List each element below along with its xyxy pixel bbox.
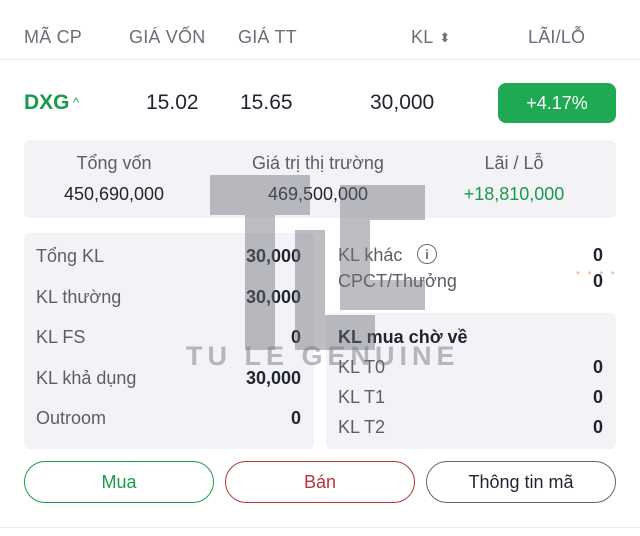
outroom-label: Outroom [36,408,107,428]
market-value-value: 469,500,000 [267,184,369,204]
profit-loss-value: +18,810,000 [463,184,565,204]
total-capital-value: 450,690,000 [63,184,165,204]
fs-volume-label: KL FS [36,327,86,347]
header-volume-label: KL [411,27,434,47]
market-value-label: Giá trị thị trường [252,153,384,173]
header-ticker: MÃ CP [24,27,83,47]
total-volume-label: Tổng KL [36,246,105,266]
buy-button[interactable]: Mua [24,461,214,503]
holding-row[interactable]: DXG ^ 15.02 15.65 30,000 +4.17% [0,60,640,142]
outroom-value: 0 [290,408,301,428]
profit-loss-label: Lãi / Lỗ [484,153,544,173]
total-capital: Tổng vốn 450,690,000 [24,153,204,205]
t0-volume-value: 0 [592,357,603,377]
profit-loss: Lãi / Lỗ +18,810,000 [424,153,604,205]
decorative-dots: • • • • [576,266,617,280]
market-value: Giá trị thị trường 469,500,000 [228,153,408,205]
t2-volume-label: KL T2 [338,417,386,437]
column-header: MÃ CP GIÁ VỐN GIÁ TT KL ⬍ LÃI/LỖ [0,0,640,60]
sell-button[interactable]: Bán [225,461,415,503]
volume: 30,000 [370,91,435,114]
info-icon[interactable]: i [417,244,437,264]
market-price: 15.65 [240,91,293,114]
profit-loss-percent-badge[interactable]: +4.17% [498,83,616,123]
header-cost-price: GIÁ VỐN [129,27,206,47]
dividend-label: CPCT/Thưởng [338,271,457,291]
summary-panel: Tổng vốn 450,690,000 Giá trị thị trường … [24,140,616,218]
watermark-text: TU LE GENUINE [186,341,460,371]
total-capital-label: Tổng vốn [76,153,152,173]
divider [0,527,640,528]
header-market-price: GIÁ TT [238,27,297,47]
t1-volume-label: KL T1 [338,387,386,407]
other-volume-value: 0 [592,245,603,265]
other-volume-label: KL khác [338,245,403,265]
ticker-info-button[interactable]: Thông tin mã [426,461,616,503]
available-volume-label: KL khả dụng [36,368,137,388]
header-profit-loss: LÃI/LỖ [528,27,586,47]
sort-icon[interactable]: ⬍ [439,30,450,46]
normal-volume-value: 30,000 [245,287,301,307]
t1-volume-value: 0 [592,387,603,407]
t2-volume-value: 0 [592,417,603,437]
cost-price: 15.02 [146,91,199,114]
ticker-symbol[interactable]: DXG [24,91,70,115]
normal-volume-label: KL thường [36,287,122,307]
header-volume-sort[interactable]: KL ⬍ [411,27,451,48]
total-volume-value: 30,000 [245,246,301,266]
chevron-up-icon[interactable]: ^ [73,95,79,110]
